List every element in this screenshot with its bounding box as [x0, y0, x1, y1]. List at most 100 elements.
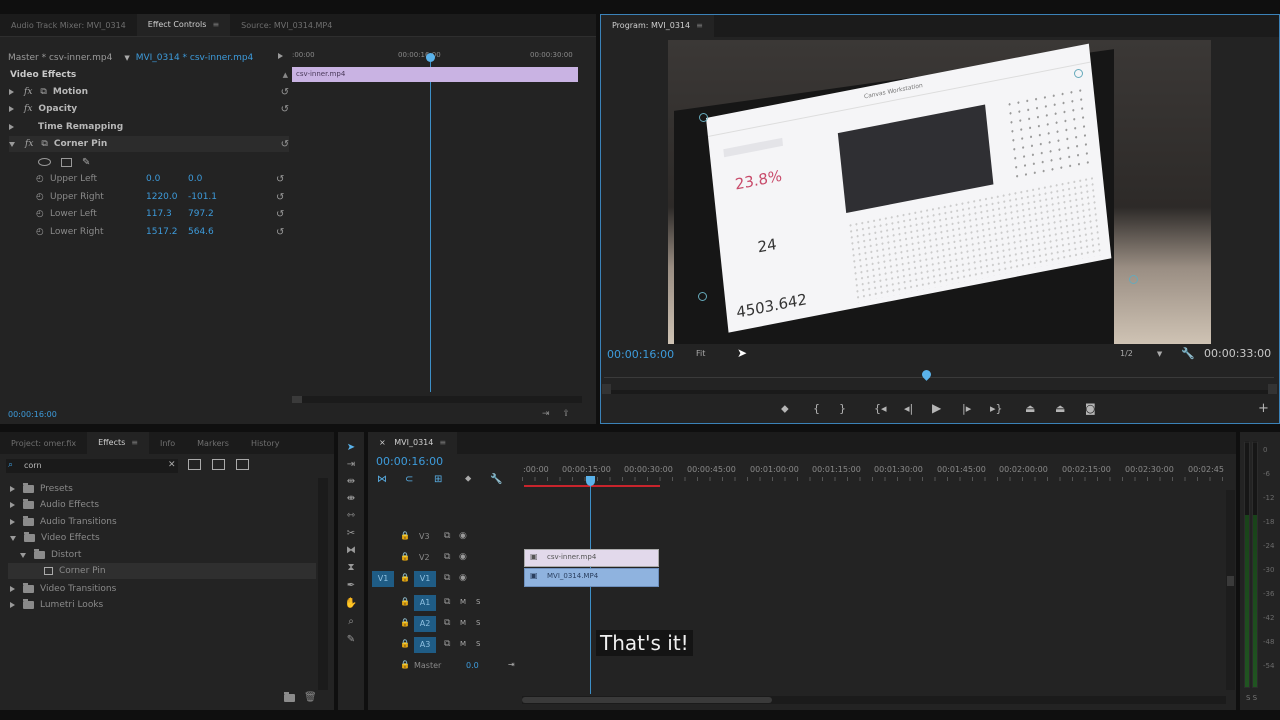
- lift-icon[interactable]: ⏏: [1025, 402, 1035, 415]
- pen-alt-tool-icon[interactable]: ✎: [343, 634, 359, 648]
- delete-icon[interactable]: 🗑: [304, 692, 317, 703]
- ec-playhead-handle[interactable]: [426, 53, 435, 62]
- effects-scrollbar[interactable]: [318, 478, 328, 690]
- reset-icon[interactable]: ↺: [276, 174, 284, 185]
- panel-menu-icon[interactable]: ≡: [696, 21, 703, 30]
- meter-solo-buttons[interactable]: S S: [1246, 694, 1257, 702]
- tree-item-video-effects[interactable]: Video Effects: [10, 530, 100, 546]
- sync-lock-icon[interactable]: ⧉: [444, 618, 450, 628]
- snap-icon[interactable]: ⋈: [377, 474, 387, 485]
- effects-search-box[interactable]: ⌕ corn ✕: [6, 459, 178, 473]
- effect-row-motion[interactable]: fx ⧉ Motion ↺: [9, 84, 289, 100]
- corner-pin-handle[interactable]: [1129, 275, 1138, 284]
- play-icon[interactable]: ▶: [932, 401, 941, 415]
- reset-icon[interactable]: ↺: [276, 209, 284, 220]
- ec-clip-bar[interactable]: csv-inner.mp4: [292, 67, 578, 82]
- tab-info[interactable]: Info: [149, 439, 186, 448]
- effect-row-time-remapping[interactable]: Time Remapping: [9, 119, 289, 135]
- hand-tool-icon[interactable]: ✋: [343, 598, 359, 612]
- extract-icon[interactable]: ⏏: [1055, 402, 1065, 415]
- param-x-value[interactable]: 117.3: [146, 209, 172, 219]
- effect-row-corner-pin[interactable]: fx ⧉ Corner Pin ↺: [9, 136, 289, 152]
- close-icon[interactable]: ×: [379, 438, 386, 447]
- panel-menu-icon[interactable]: ≡: [212, 20, 219, 29]
- settings-wrench-icon[interactable]: 🔧: [1181, 347, 1195, 360]
- go-to-end-icon[interactable]: ⇥: [508, 660, 515, 669]
- sync-lock-icon[interactable]: ⧉: [444, 531, 450, 541]
- insert-icon[interactable]: ⊞: [434, 474, 442, 485]
- collapse-icon[interactable]: [20, 552, 26, 558]
- collapse-icon[interactable]: [10, 535, 16, 541]
- expand-icon[interactable]: [10, 519, 15, 525]
- panel-menu-icon[interactable]: ≡: [131, 438, 138, 447]
- expand-icon[interactable]: [9, 89, 14, 95]
- sync-lock-icon[interactable]: ⧉: [444, 573, 450, 583]
- expand-icon[interactable]: [10, 502, 15, 508]
- export-icon[interactable]: ⇪: [562, 409, 570, 419]
- panel-menu-icon[interactable]: ≡: [439, 438, 446, 447]
- step-forward-icon[interactable]: |▸: [962, 402, 971, 415]
- tab-project[interactable]: Project: omer.fix: [0, 439, 87, 448]
- ripple-edit-tool-icon[interactable]: ⇹: [343, 476, 359, 490]
- fx-badge-icon[interactable]: fx: [24, 87, 32, 97]
- param-x-value[interactable]: 0.0: [146, 174, 160, 184]
- add-marker-icon[interactable]: ⬥: [465, 474, 471, 484]
- yuv-effects-icon[interactable]: [236, 459, 249, 470]
- param-y-value[interactable]: 797.2: [188, 209, 214, 219]
- zoom-tool-icon[interactable]: ⌕: [343, 616, 359, 630]
- ellipse-mask-icon[interactable]: [38, 158, 51, 166]
- tab-sequence[interactable]: × MVI_0314 ≡: [368, 432, 458, 454]
- master-volume-value[interactable]: 0.0: [466, 661, 479, 670]
- stopwatch-icon[interactable]: ◴: [36, 227, 44, 237]
- clip-mvi-0314[interactable]: ▣ MVI_0314.MP4: [524, 568, 659, 587]
- stopwatch-icon[interactable]: ◴: [36, 174, 44, 184]
- param-x-value[interactable]: 1517.2: [146, 227, 178, 237]
- sequence-clip-link[interactable]: MVI_0314 * csv-inner.mp4: [136, 53, 254, 63]
- expand-icon[interactable]: [10, 602, 15, 608]
- resolution-dropdown[interactable]: 1/2 ▼: [1120, 349, 1162, 358]
- sync-lock-icon[interactable]: ⧉: [444, 552, 450, 562]
- tab-source[interactable]: Source: MVI_0314.MP4: [230, 21, 343, 30]
- timeline-playhead-handle[interactable]: [586, 476, 595, 486]
- tree-item-presets[interactable]: Presets: [10, 481, 73, 497]
- scroll-up-icon[interactable]: ▲: [283, 71, 288, 79]
- program-scroll-right[interactable]: [1268, 384, 1277, 394]
- tab-effects[interactable]: Effects ≡: [87, 432, 149, 454]
- selection-tool-icon[interactable]: ➤: [343, 442, 359, 456]
- pen-mask-icon[interactable]: ✎: [82, 157, 90, 168]
- add-marker-icon[interactable]: ⬥: [781, 402, 789, 416]
- reset-icon[interactable]: ↺: [276, 227, 284, 238]
- clear-search-icon[interactable]: ✕: [168, 460, 176, 470]
- ec-mini-ruler[interactable]: :00:00 00:00:16:00 00:00:30:00: [290, 46, 582, 64]
- program-time-ruler[interactable]: [604, 368, 1274, 394]
- lock-icon[interactable]: 🔒: [400, 573, 410, 582]
- show-timeline-toggle-icon[interactable]: [278, 52, 283, 62]
- button-editor-plus-icon[interactable]: +: [1258, 401, 1269, 416]
- lock-icon[interactable]: 🔒: [400, 597, 410, 606]
- tree-item-distort[interactable]: Distort: [20, 547, 81, 563]
- fx-badge-icon[interactable]: fx: [25, 139, 33, 149]
- timeline-vertical-scrollbar[interactable]: [1226, 490, 1235, 690]
- reset-icon[interactable]: ↺: [281, 87, 289, 98]
- go-to-out-icon[interactable]: ▸}: [990, 402, 1003, 415]
- reset-icon[interactable]: ↺: [281, 104, 289, 115]
- stopwatch-icon[interactable]: ◴: [36, 192, 44, 202]
- tab-effect-controls[interactable]: Effect Controls ≡: [136, 14, 231, 36]
- step-back-icon[interactable]: ◂|: [904, 402, 913, 415]
- timeline-settings-wrench-icon[interactable]: 🔧: [490, 474, 502, 485]
- param-y-value[interactable]: 0.0: [188, 174, 202, 184]
- eye-icon[interactable]: ◉: [459, 552, 467, 562]
- rate-stretch-tool-icon[interactable]: ⇿: [343, 510, 359, 524]
- program-scroll-left[interactable]: [602, 384, 611, 394]
- reset-icon[interactable]: ↺: [276, 192, 284, 203]
- new-bin-icon[interactable]: [284, 692, 295, 705]
- clip-csv-inner[interactable]: ▣ csv-inner.mp4: [524, 549, 659, 567]
- param-y-value[interactable]: -101.1: [188, 192, 217, 202]
- rectangle-mask-icon[interactable]: [61, 157, 72, 167]
- fx-badge-icon[interactable]: fx: [24, 104, 32, 114]
- filter-icon[interactable]: ⇥: [542, 409, 550, 419]
- corner-pin-handle[interactable]: [1074, 69, 1083, 78]
- program-current-timecode[interactable]: 00:00:16:00: [607, 348, 674, 361]
- timeline-timecode[interactable]: 00:00:16:00: [376, 455, 443, 468]
- search-input[interactable]: corn: [24, 461, 42, 470]
